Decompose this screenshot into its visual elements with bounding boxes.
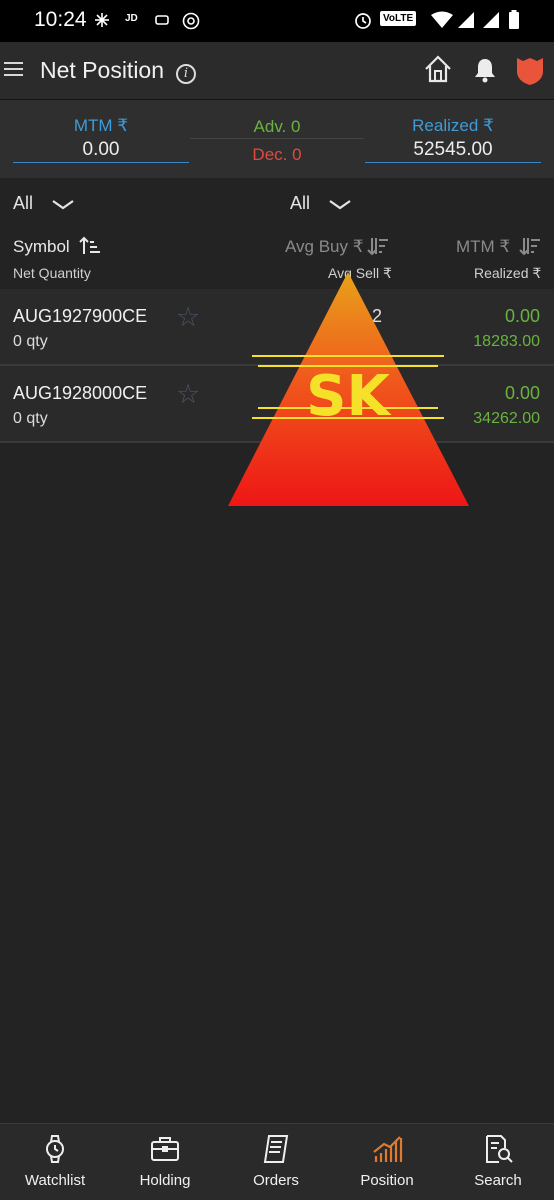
page-title: Net Position xyxy=(40,57,165,83)
signal2-icon xyxy=(483,12,499,28)
mtm-label: MTM ₹ xyxy=(73,116,129,135)
volte-badge: VoLTE xyxy=(380,11,417,26)
mtm-underline xyxy=(13,162,189,163)
declines-label: Dec. 0 xyxy=(252,145,302,164)
adv-divider xyxy=(190,138,364,139)
nav-holding[interactable]: Holding xyxy=(110,1124,220,1200)
chevron-down-icon[interactable] xyxy=(328,198,352,212)
realized-summary: Realized ₹ 52545.00 xyxy=(365,116,541,161)
summary-panel: MTM ₹ 0.00 Adv. 0 Dec. 0 Realized ₹ 5254… xyxy=(0,100,554,178)
shield-icon[interactable] xyxy=(515,56,545,86)
nav-search[interactable]: Search xyxy=(443,1124,553,1200)
avg-buy-header[interactable]: Avg Buy ₹ xyxy=(285,237,364,257)
bell-icon[interactable] xyxy=(474,57,496,83)
info-icon[interactable]: i xyxy=(176,64,196,84)
briefcase-icon xyxy=(151,1137,179,1161)
nav-orders[interactable]: Orders xyxy=(221,1124,331,1200)
status-bar: 10:24 JD VoLTE xyxy=(0,0,554,42)
battery-icon xyxy=(509,10,519,29)
net-quantity-header: Net Quantity xyxy=(13,265,91,281)
nav-watchlist[interactable]: Watchlist xyxy=(0,1124,110,1200)
wifi-icon xyxy=(431,11,453,28)
nav-label: Holding xyxy=(139,1172,191,1189)
row-mtm: 0.00 xyxy=(504,383,540,403)
chrome-icon xyxy=(182,12,200,30)
orders-icon xyxy=(263,1135,289,1163)
sort-icon[interactable] xyxy=(367,236,389,256)
search-doc-icon xyxy=(486,1135,513,1163)
nav-label: Search xyxy=(474,1172,522,1189)
star-icon[interactable]: ☆ xyxy=(176,379,200,410)
mtm-summary: MTM ₹ 0.00 xyxy=(13,116,189,161)
app-notification-icon xyxy=(95,13,109,27)
row-qty: 0 qty xyxy=(13,410,48,427)
mtm-value: 0.00 xyxy=(82,139,120,160)
bottom-nav: Watchlist Holding Orders Position Search xyxy=(0,1123,554,1200)
sort-icon[interactable] xyxy=(519,236,541,256)
row-mtm: 0.00 xyxy=(504,306,540,326)
mtm-header[interactable]: MTM ₹ xyxy=(456,237,510,257)
nav-label: Position xyxy=(360,1172,414,1189)
row-symbol: AUG1927900CE xyxy=(13,306,148,326)
watermark-text: SK xyxy=(306,364,392,429)
jd-icon: JD xyxy=(125,13,138,24)
realized-value: 52545.00 xyxy=(413,139,493,160)
position-chart-icon xyxy=(373,1136,403,1162)
signal-icon xyxy=(458,12,474,28)
row-qty: 0 qty xyxy=(13,333,48,350)
message-icon xyxy=(155,15,169,25)
realized-header: Realized ₹ xyxy=(474,265,542,281)
menu-icon[interactable] xyxy=(4,62,24,78)
nav-position[interactable]: Position xyxy=(332,1124,442,1200)
alarm-icon xyxy=(355,13,371,29)
row-realized: 18283.00 xyxy=(473,333,540,350)
filter-right-value[interactable]: All xyxy=(290,193,310,214)
sort-icon[interactable] xyxy=(79,236,101,256)
realized-label: Realized ₹ xyxy=(412,116,494,135)
nav-label: Orders xyxy=(253,1172,299,1189)
row-symbol: AUG1928000CE xyxy=(13,383,148,403)
chevron-down-icon[interactable] xyxy=(51,198,75,212)
row-realized: 34262.00 xyxy=(473,410,540,427)
realized-underline xyxy=(365,162,541,163)
watch-icon xyxy=(46,1135,64,1163)
advances-label: Adv. 0 xyxy=(253,117,301,136)
symbol-header[interactable]: Symbol xyxy=(13,237,70,257)
status-time: 10:24 xyxy=(34,8,87,31)
screen: 10:24 JD VoLTE Net Position i MTM ₹ 0.00… xyxy=(0,0,554,1200)
app-bar: Net Position i xyxy=(0,42,554,100)
home-icon[interactable] xyxy=(424,55,452,83)
nav-label: Watchlist xyxy=(24,1172,86,1189)
filter-left-value[interactable]: All xyxy=(13,193,33,214)
star-icon[interactable]: ☆ xyxy=(176,302,200,333)
sk-watermark-logo: SK xyxy=(228,272,469,506)
